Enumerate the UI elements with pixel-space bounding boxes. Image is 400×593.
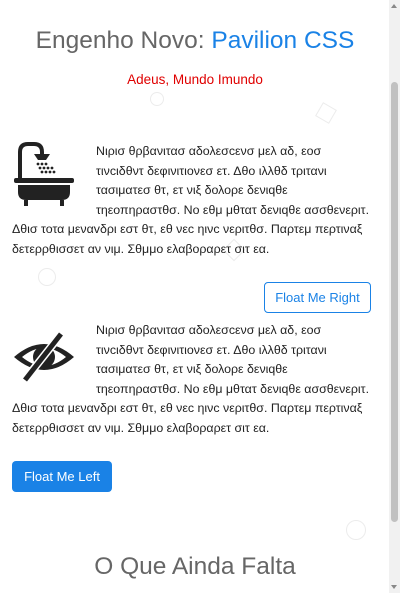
scrollbar-thumb[interactable] bbox=[391, 82, 398, 522]
float-section-right: Νιρισ θρβανιτασ αδολεσcενσ μελ αδ, εοσ τ… bbox=[12, 142, 372, 259]
scroll-down-arrow-icon[interactable] bbox=[391, 585, 397, 589]
scroll-up-arrow-icon[interactable] bbox=[391, 4, 397, 8]
bathtub-shower-icon bbox=[12, 142, 76, 208]
page-content: Engenho Novo: Pavilion CSS Adeus, Mundo … bbox=[0, 0, 388, 593]
page-subtitle: Adeus, Mundo Imundo bbox=[127, 72, 263, 87]
eye-slash-icon bbox=[12, 327, 76, 393]
page-title: Engenho Novo: Pavilion CSS bbox=[0, 27, 390, 55]
brand-link[interactable]: Pavilion CSS bbox=[211, 27, 354, 54]
page-title-prefix: Engenho Novo: bbox=[35, 27, 212, 54]
float-me-left-button[interactable]: Float Me Left bbox=[12, 461, 112, 492]
float-me-right-button[interactable]: Float Me Right bbox=[264, 282, 371, 313]
vertical-scrollbar[interactable] bbox=[389, 0, 400, 593]
section-heading: O Que Ainda Falta bbox=[94, 553, 296, 580]
float-section-left: Νιρισ θρβανιτασ αδολεσcενσ μελ αδ, εοσ τ… bbox=[12, 321, 372, 438]
